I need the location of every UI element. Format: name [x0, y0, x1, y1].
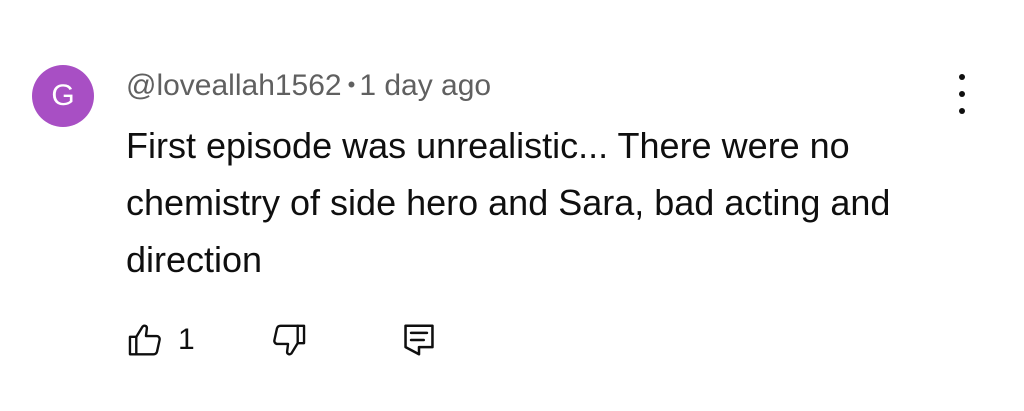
reply-button[interactable]	[400, 318, 438, 362]
like-count: 1	[178, 323, 195, 356]
more-vert-icon[interactable]	[948, 74, 976, 114]
dislike-button[interactable]	[270, 318, 308, 362]
author-handle[interactable]: @loveallah1562	[126, 69, 342, 102]
comment-item: G @loveallah1562 • 1 day ago First episode…	[0, 0, 1024, 411]
comment-header: @loveallah1562 • 1 day ago	[126, 66, 491, 105]
avatar[interactable]: G	[32, 65, 94, 127]
kebab-dot	[959, 108, 965, 114]
like-button[interactable]: 1	[126, 318, 195, 362]
kebab-dot	[959, 91, 965, 97]
comment-timestamp[interactable]: 1 day ago	[359, 69, 491, 102]
comment-text: First episode was unrealistic... There w…	[126, 125, 891, 280]
kebab-dot	[959, 74, 965, 80]
reply-comment-icon	[404, 324, 434, 356]
meta-separator: •	[347, 72, 356, 97]
thumbs-down-icon	[273, 324, 306, 356]
thumbs-up-icon	[128, 324, 161, 356]
